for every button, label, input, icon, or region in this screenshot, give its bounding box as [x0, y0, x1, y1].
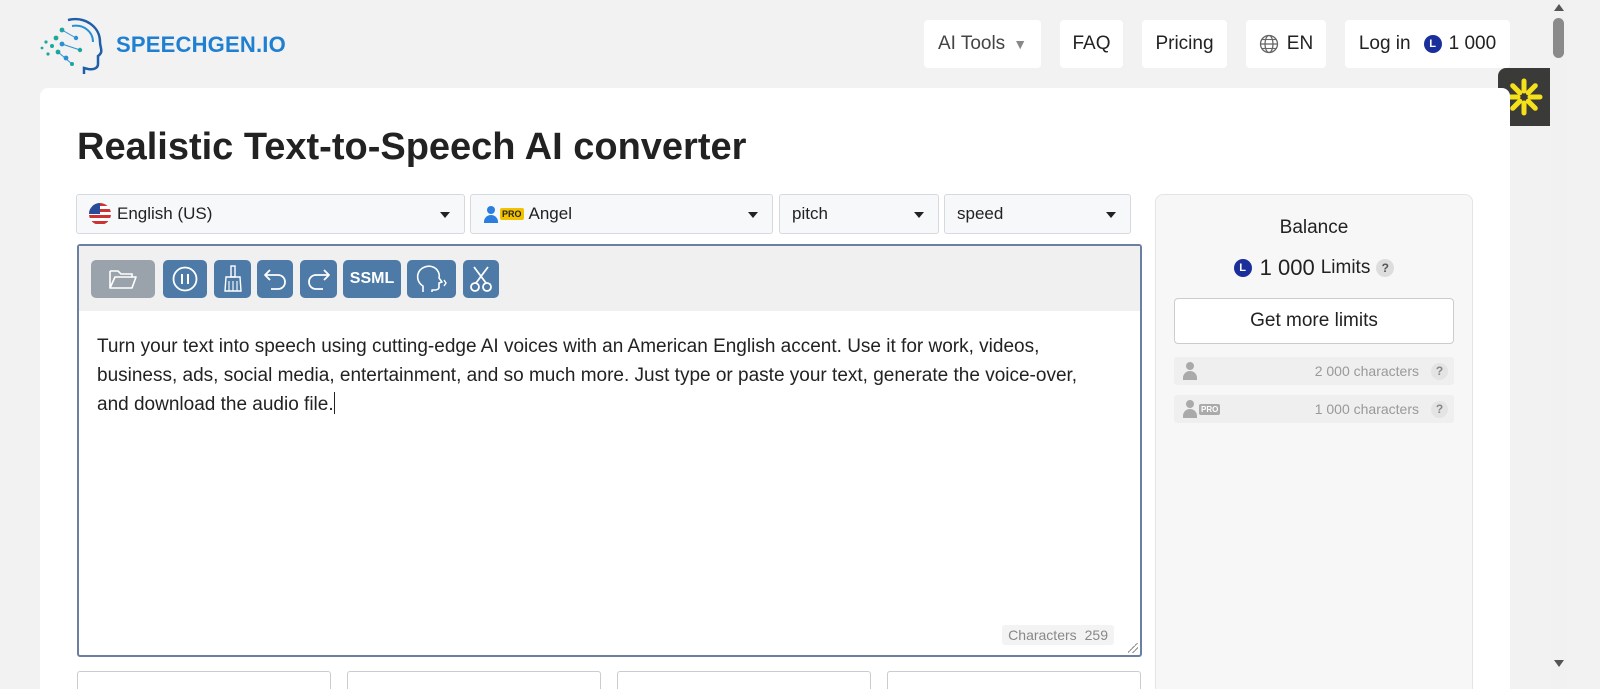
voice-settings-button[interactable]	[407, 260, 456, 298]
page-title: Realistic Text-to-Speech AI converter	[77, 126, 747, 168]
logo[interactable]: SPEECHGEN.IO	[38, 14, 286, 76]
limit-value: 2 000 characters	[1314, 363, 1419, 379]
limit-value: 1 000 characters	[1314, 401, 1419, 417]
scroll-thumb[interactable]	[1553, 18, 1564, 58]
site-header: SPEECHGEN.IO AI Tools ▼ FAQ Pricing EN L…	[0, 0, 1550, 88]
pitch-value: pitch	[792, 204, 828, 223]
language-switcher[interactable]: EN	[1246, 20, 1326, 68]
limits-label: Limits	[1320, 257, 1371, 278]
logo-head-icon	[40, 17, 103, 74]
balance-title: Balance	[1279, 217, 1349, 238]
pro-badge: PRO	[500, 208, 524, 220]
language-select[interactable]: English (US)	[76, 194, 465, 234]
header-balance: 1 000	[1448, 33, 1497, 54]
language-label: EN	[1286, 33, 1314, 54]
resize-handle[interactable]	[1128, 643, 1138, 653]
redo-icon	[307, 269, 330, 290]
ssml-button[interactable]: SSML	[343, 260, 401, 298]
balance-amount: L 1 000 Limits ?	[1156, 255, 1472, 281]
voice-value: Angel	[528, 204, 572, 223]
clear-text-button[interactable]	[214, 260, 251, 298]
dropdown-arrow-icon	[1106, 212, 1116, 218]
scroll-down-arrow-icon[interactable]	[1554, 660, 1564, 667]
dropdown-arrow-icon	[914, 212, 924, 218]
person-icon	[483, 205, 499, 223]
pause-icon	[172, 266, 198, 292]
bottom-field-4[interactable]	[887, 671, 1141, 689]
editor-text-value: Turn your text into speech using cutting…	[97, 336, 1078, 415]
character-counter-value: 259	[1084, 627, 1108, 643]
voice-select[interactable]: PRO Angel	[470, 194, 773, 234]
text-editor[interactable]: SSML Turn your text into speech using cu…	[77, 244, 1142, 657]
character-counter: Characters 259	[1002, 625, 1114, 645]
broom-icon	[223, 265, 242, 292]
help-icon[interactable]: ?	[1431, 400, 1448, 418]
get-more-limits-button[interactable]: Get more limits	[1174, 298, 1454, 344]
coin-icon: L	[1233, 259, 1252, 277]
help-icon[interactable]: ?	[1431, 362, 1448, 380]
sparkle-icon	[1505, 78, 1543, 116]
bottom-field-1[interactable]	[77, 671, 331, 689]
dropdown-arrow-icon	[748, 212, 758, 218]
nav-faq[interactable]: FAQ	[1060, 20, 1123, 68]
balance-value: 1 000	[1259, 255, 1315, 280]
folder-icon	[109, 270, 137, 289]
language-value: English (US)	[117, 204, 213, 223]
pitch-select[interactable]: pitch	[779, 194, 939, 234]
undo-icon	[264, 269, 286, 290]
help-icon[interactable]: ?	[1376, 259, 1395, 277]
scissors-icon	[470, 266, 492, 292]
limit-row-pro: PRO 1 000 characters ?	[1174, 395, 1454, 423]
redo-button[interactable]	[300, 260, 337, 298]
pro-voice-icon: PRO	[1182, 400, 1221, 418]
character-counter-label: Characters	[1008, 627, 1077, 643]
cut-button[interactable]	[463, 260, 499, 298]
dropdown-arrow-icon	[440, 212, 450, 218]
nav-pricing[interactable]: Pricing	[1142, 20, 1227, 68]
login-label: Log in	[1358, 33, 1411, 54]
open-file-button[interactable]	[91, 260, 155, 298]
nav-ai-tools[interactable]: AI Tools ▼	[924, 20, 1041, 68]
pause-button[interactable]	[163, 260, 207, 298]
speed-select[interactable]: speed	[944, 194, 1131, 234]
bottom-field-2[interactable]	[347, 671, 601, 689]
scroll-up-arrow-icon[interactable]	[1554, 4, 1564, 11]
speaking-head-icon	[416, 265, 447, 292]
page-scrollbar[interactable]	[1550, 0, 1567, 689]
speed-value: speed	[957, 204, 1004, 223]
us-flag-icon	[89, 203, 111, 225]
undo-button[interactable]	[257, 260, 293, 298]
pro-badge: PRO	[1199, 403, 1221, 415]
converter-card: Realistic Text-to-Speech AI converter En…	[40, 88, 1510, 689]
limit-row-standard: 2 000 characters ?	[1174, 357, 1454, 385]
logo-text: SPEECHGEN.IO	[116, 32, 286, 57]
login-button[interactable]: Log in L 1 000	[1345, 20, 1510, 68]
globe-icon	[1259, 34, 1278, 54]
caret-down-icon: ▼	[1013, 36, 1028, 52]
standard-voice-icon	[1182, 362, 1198, 380]
nav-ai-tools-label: AI Tools	[937, 33, 1006, 54]
bottom-field-3[interactable]	[617, 671, 871, 689]
text-cursor	[333, 392, 335, 414]
coin-icon: L	[1423, 35, 1442, 53]
editor-content[interactable]: Turn your text into speech using cutting…	[97, 332, 1107, 419]
balance-panel: Balance L 1 000 Limits ? Get more limits…	[1155, 194, 1473, 689]
editor-toolbar: SSML	[79, 246, 1140, 311]
